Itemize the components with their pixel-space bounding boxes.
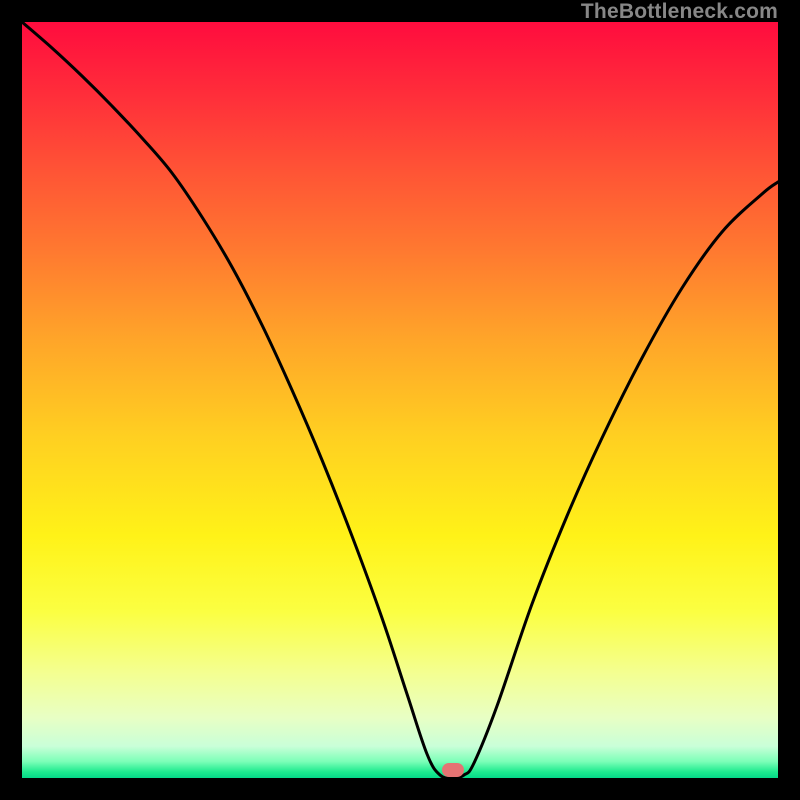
- bottleneck-curve: [22, 22, 778, 778]
- chart-frame: TheBottleneck.com: [0, 0, 800, 800]
- plot-area: [22, 22, 778, 778]
- watermark-text: TheBottleneck.com: [581, 0, 778, 24]
- vertex-marker: [442, 763, 464, 777]
